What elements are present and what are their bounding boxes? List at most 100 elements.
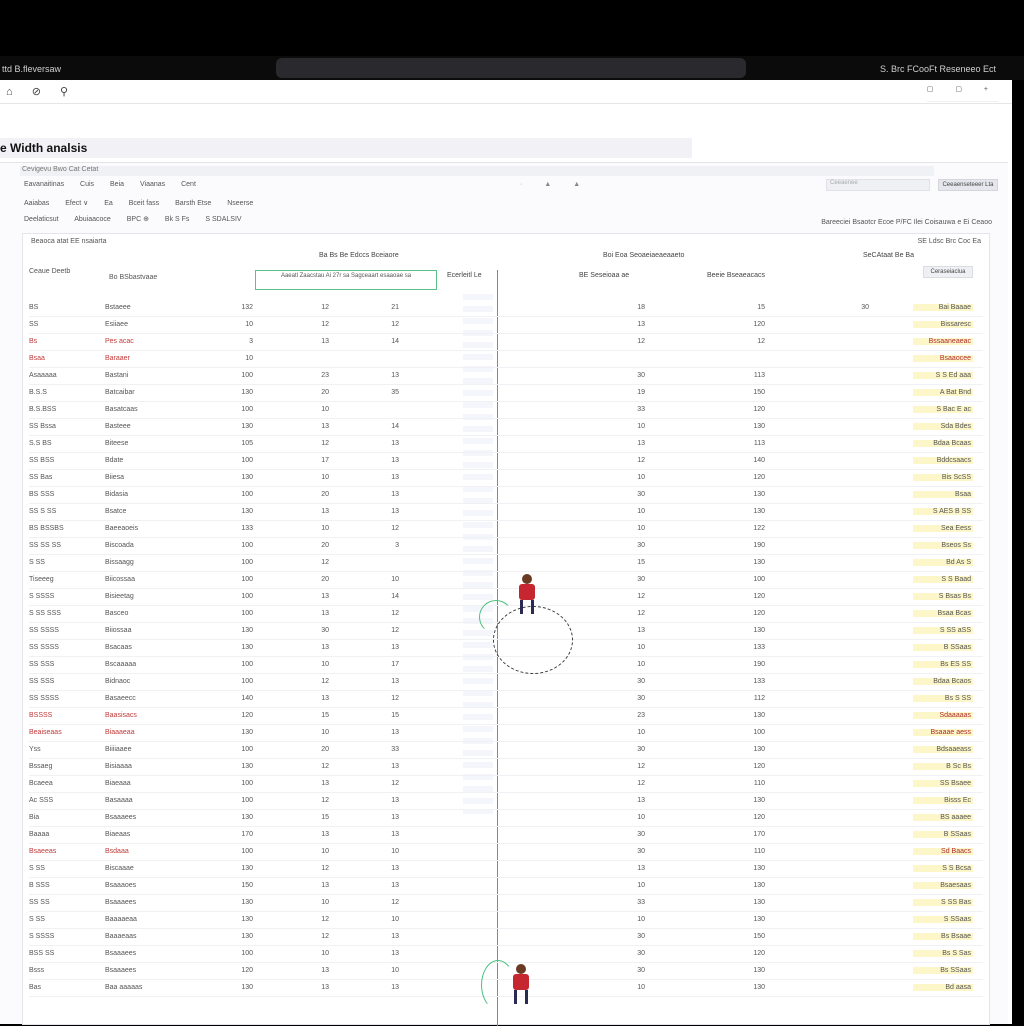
window-control-icons[interactable]: ▢ ▢ +: [926, 85, 998, 102]
table-row[interactable]: BS BSSBS Baeeaoeis 133 10 12 10 122 Sea Eess: [29, 521, 983, 538]
table-cell: 10: [637, 729, 645, 736]
table-row[interactable]: S.S BS Biteese 105 12 13 13 113 Bdaa Bcaas: [29, 436, 983, 453]
table-cell: 10: [637, 814, 645, 821]
highlighted-col-header[interactable]: Aaeatl Zaacstau Ai 27r sa Sagceaart esaa…: [255, 270, 437, 290]
os-url-bar[interactable]: [276, 58, 746, 78]
table-row[interactable]: S SS Baaaaeaa 130 12 10 10 130 S SSaas: [29, 912, 983, 929]
table-row[interactable]: Bssaeg Bisiaaaa 130 12 13 12 120 B Sc Bs: [29, 759, 983, 776]
filter-item[interactable]: Eavanaitinas: [24, 181, 64, 188]
table-cell: Baa aaaaas: [105, 984, 143, 991]
table-row[interactable]: SS SS SS Biscoada 100 20 3 30 190 Bseos Ss: [29, 538, 983, 555]
table-cell: SS SSS: [29, 661, 55, 668]
nav-icons[interactable]: ⌂ ⊘ ⚲: [6, 85, 76, 98]
table-cell: 130: [241, 763, 253, 770]
table-cell: Biaeaas: [105, 831, 131, 838]
filter-item[interactable]: Abuiaacoce: [74, 216, 111, 223]
table-row[interactable]: BSSSS Baasisacs 120 15 15 23 130 Sdaaaaas: [29, 708, 983, 725]
table-row[interactable]: SS Bas Biiesa 130 10 13 10 120 Bis ScSS: [29, 470, 983, 487]
filter-item[interactable]: Deelaticsut: [24, 216, 59, 223]
filter-item[interactable]: Nseerse: [227, 200, 253, 207]
table-cell: Biaeaaa: [105, 780, 131, 787]
score-cell: B SSaas: [913, 831, 973, 838]
table-row[interactable]: SS BSS Bdate 100 17 13 12 140 Bddcsaacs: [29, 453, 983, 470]
filter-item[interactable]: S SDALSIV: [205, 216, 241, 223]
table-row[interactable]: Beaiseaas Biaaaeaa 130 10 13 10 100 Bsaaae aess: [29, 725, 983, 742]
filter-item[interactable]: Bceit fass: [129, 200, 159, 207]
filter-item[interactable]: Cuis: [80, 181, 94, 188]
score-cell: Bssaaneaeac: [913, 338, 973, 345]
col-header[interactable]: Ba Bs Be Edccs Bceiaore: [319, 252, 399, 259]
table-cell: 13: [637, 797, 645, 804]
table-cell: 133: [241, 525, 253, 532]
table-row[interactable]: Baaaa Biaeaas 170 13 13 30 170 B SSaas: [29, 827, 983, 844]
table-cell: 130: [753, 423, 765, 430]
table-row[interactable]: B.S.S Batcaibar 130 20 35 19 150 A Bat Bnd: [29, 385, 983, 402]
table-row[interactable]: Bsaeeas Bsdaaa 100 10 10 30 110 Sd Baacs: [29, 844, 983, 861]
table-row[interactable]: BSS SS Bsaaaees 100 10 13 30 120 Bs S Sas: [29, 946, 983, 963]
table-row[interactable]: Tiseeeg Biicossaa 100 20 10 30 100 S S Baad: [29, 572, 983, 589]
col-header[interactable]: Boi Eoa Seoaeiaeaeaaeto: [603, 252, 684, 259]
table-row[interactable]: B.S.BSS Basatcaas 100 10 33 120 S Bac E ac: [29, 402, 983, 419]
table-row[interactable]: Ac SSS Basaaaa 100 12 13 13 130 Bisss Ec: [29, 793, 983, 810]
filter-item[interactable]: Cent: [181, 181, 196, 188]
os-top-bar: ttd B.fleversaw S. Brc FCooFt Reseneeo E…: [0, 56, 1024, 80]
table-row[interactable]: Bs Pes acac 3 13 14 12 12 Bssaaneaeac: [29, 334, 983, 351]
table-row[interactable]: SS Esiiaee 10 12 12 13 120 Bissaresc: [29, 317, 983, 334]
table-cell: 33: [637, 899, 645, 906]
table-cell: 10: [245, 355, 253, 362]
filter-item[interactable]: BPC ⊕: [127, 216, 149, 223]
col-header[interactable]: Bo BSbastvaae: [109, 274, 157, 281]
table-cell: 12: [637, 593, 645, 600]
table-cell: 13: [321, 508, 329, 515]
table-row[interactable]: Bsaa Baraaer 10 Bsaaocee: [29, 351, 983, 368]
score-cell: S SSaas: [913, 916, 973, 923]
table-row[interactable]: SS SS Bsaaaees 130 10 12 33 130 S SS Bas: [29, 895, 983, 912]
analysis-panel: Cevigevu Bwo Cat Cetat Eavanaitinas Cuis…: [0, 162, 1008, 1026]
filter-item[interactable]: Viaanas: [140, 181, 165, 188]
table-row[interactable]: S SSSS Baaaeaas 130 12 13 30 150 Bs Bsaae: [29, 929, 983, 946]
table-row[interactable]: SS SSS Bidnaoc 100 12 13 30 133 Bdaa Bcaos: [29, 674, 983, 691]
toolbar-mid-icons[interactable]: ·▲▲: [520, 181, 602, 188]
table-row[interactable]: Bcaeea Biaeaaa 100 13 12 12 110 SS Bsaee: [29, 776, 983, 793]
table-cell: 100: [241, 780, 253, 787]
table-row[interactable]: Yss Biiiiaaee 100 20 33 30 130 Bdsaaeass: [29, 742, 983, 759]
col-header[interactable]: Ecerleitl Le: [447, 272, 482, 279]
score-cell: S S Baad: [913, 576, 973, 583]
filter-item[interactable]: Aaiabas: [24, 200, 49, 207]
table-header-button[interactable]: Ceraseiaclua: [923, 266, 973, 278]
filter-item[interactable]: Beia: [110, 181, 124, 188]
score-cell: BS aaaee: [913, 814, 973, 821]
filter-item[interactable]: Efect ∨: [65, 200, 88, 207]
table-cell: 21: [391, 304, 399, 311]
table-cell: 100: [753, 729, 765, 736]
table-cell: Bcaeea: [29, 780, 53, 787]
col-header[interactable]: SeCAtaat Be Ba: [863, 252, 914, 259]
table-row[interactable]: SS Bssa Basteee 130 13 14 10 130 Sda Bdes: [29, 419, 983, 436]
table-row[interactable]: SS SSSS Basaeecc 140 13 12 30 112 Bs S SS: [29, 691, 983, 708]
table-cell: S SSSS: [29, 593, 55, 600]
table-cell: 150: [241, 882, 253, 889]
table-row[interactable]: BS SSS Bidasia 100 20 13 30 130 Bsaa: [29, 487, 983, 504]
table-cell: 13: [391, 763, 399, 770]
table-row[interactable]: S SS Biscaaae 130 12 13 13 130 S S Bcsa: [29, 861, 983, 878]
table-row[interactable]: S SS Bissaagg 100 12 15 130 Bd As S: [29, 555, 983, 572]
table-row[interactable]: BS Bstaeee 132 12 21 18 15 30 Bai Baaae: [29, 300, 983, 317]
score-cell: S Bac E ac: [913, 406, 973, 413]
table-cell: Bisieetag: [105, 593, 134, 600]
col-header[interactable]: BE Seseioaa ae: [579, 272, 629, 279]
col-header[interactable]: Beeie Bseaeacacs: [707, 272, 765, 279]
table-row[interactable]: Bia Bsaaaees 130 15 13 10 120 BS aaaee: [29, 810, 983, 827]
table-cell: 130: [753, 916, 765, 923]
table-row[interactable]: SS S SS Bsatce 130 13 13 10 130 S AES B SS: [29, 504, 983, 521]
score-cell: Bdaa Bcaas: [913, 440, 973, 447]
table-cell: 12: [637, 338, 645, 345]
filter-item[interactable]: Barsth Etse: [175, 200, 211, 207]
table-row[interactable]: B SSS Bsaaaoes 150 13 13 10 130 Bsaesaas: [29, 878, 983, 895]
filter-item[interactable]: Ea: [104, 200, 113, 207]
filter-item[interactable]: Bk S Fs: [165, 216, 190, 223]
search-input[interactable]: Ceeaenee: [826, 179, 930, 191]
score-cell: Bs ES SS: [913, 661, 973, 668]
table-row[interactable]: Asaaaaa Bastani 100 23 13 30 113 S S Ed aaa: [29, 368, 983, 385]
table-cell: 13: [391, 491, 399, 498]
action-button[interactable]: Ceeaenseteeer Lta: [938, 179, 998, 191]
